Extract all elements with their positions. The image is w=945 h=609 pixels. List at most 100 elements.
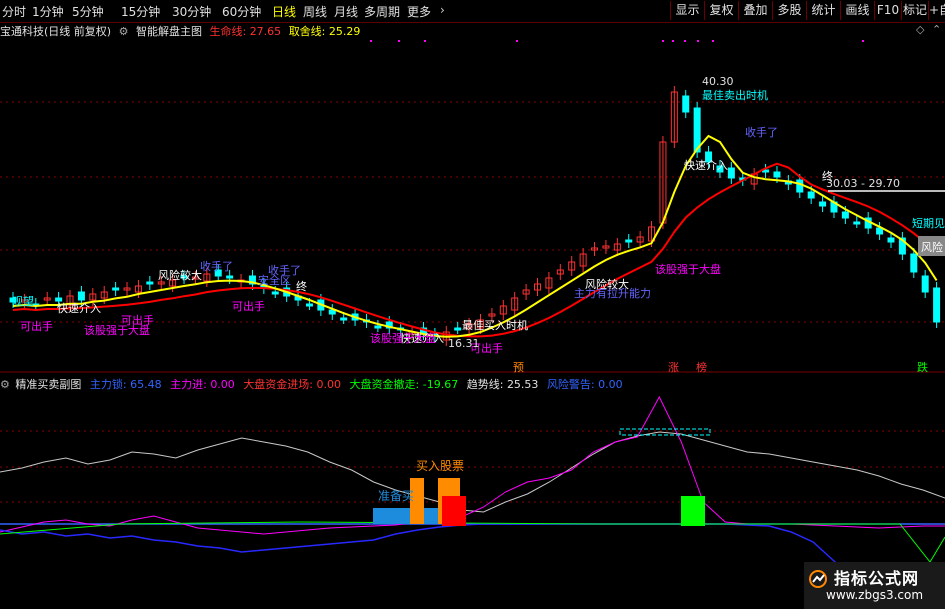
label-watch: 观望 [12, 295, 34, 308]
top-toolbar: 分时 1分钟 5分钟 15分钟 30分钟 60分钟 日线 周线 月线 多周期 更… [0, 0, 945, 23]
period-tab-more[interactable]: 更多 [407, 3, 431, 20]
marker-dot [516, 40, 518, 42]
candlesticks [9, 86, 941, 346]
price-low: 16.31 [448, 337, 480, 350]
period-tab-monthly[interactable]: 月线 [334, 3, 358, 20]
overlay-button[interactable]: 叠加 [738, 1, 772, 20]
period-tab-30min[interactable]: 30分钟 [172, 3, 211, 20]
label-ready: 准备买 [378, 489, 414, 503]
trend-line [0, 431, 945, 513]
draw-line-button[interactable]: 画线 [840, 1, 874, 20]
candle-body [112, 287, 120, 291]
warn-strip [619, 428, 711, 436]
candle-body [819, 201, 827, 207]
marker-dot [662, 40, 664, 42]
marker-dot [370, 40, 372, 42]
period-tab-fenshi[interactable]: 分时 [2, 3, 26, 20]
marker-dot [672, 40, 674, 42]
label-strong-stock-2: 该股强于大盘 [370, 331, 436, 345]
period-tab-15min[interactable]: 15分钟 [121, 3, 160, 20]
period-tab-60min[interactable]: 60分钟 [222, 3, 261, 20]
candle-body [340, 317, 348, 321]
marker-dot [697, 40, 699, 42]
period-tab-weekly[interactable]: 周线 [303, 3, 327, 20]
candle-body [374, 325, 382, 329]
label-fast-buy-3: 快速介入 [684, 159, 728, 172]
label-strong-stock-3: 该股强于大盘 [655, 262, 721, 276]
display-button[interactable]: 显示 [670, 1, 704, 20]
price-range: 30.03 - 29.70 [826, 177, 900, 190]
stats-button[interactable]: 统计 [806, 1, 840, 20]
candle-body [807, 191, 815, 199]
label-bang: 榜 [696, 360, 707, 374]
fuquan-button[interactable]: 复权 [704, 1, 738, 20]
label-rise: 涨 [668, 361, 679, 374]
label-stop-profit: 收手了 [200, 259, 233, 273]
price-level-line [828, 190, 945, 192]
candle-body [305, 303, 313, 307]
label-strong-stock: 该股强于大盘 [84, 323, 150, 337]
candle-body [796, 179, 804, 193]
candle-body [773, 171, 781, 178]
label-short-stop: 短期见顶 [912, 216, 945, 230]
label-best-sell: 最佳卖出时机 [702, 88, 768, 102]
candle-body [625, 239, 633, 243]
candle-body [921, 275, 929, 293]
marker-dot [398, 40, 400, 42]
mark-button[interactable]: 标记 [901, 1, 928, 20]
label-fast-buy: 快速介入 [57, 302, 101, 315]
candle-body [55, 297, 63, 302]
candle-body [887, 237, 895, 243]
chart-annotations: 可出手 可出手可出手该股强于大盘风险较大风险较大快速介入快速介入快速介入收手了 收手… [12, 75, 945, 374]
candle-body [841, 211, 849, 219]
candle-body [146, 281, 154, 285]
big-out-bar [681, 496, 705, 526]
label-end: 终 [296, 279, 307, 293]
label-best-buy: 最佳买入时机 [462, 318, 528, 332]
marker-dot [862, 40, 864, 42]
logo-icon [809, 570, 827, 588]
watermark: 指标公式网 www.zbgs3.com [804, 562, 945, 609]
label-stop-profit-3: 收手了 [745, 125, 778, 139]
label-risk-big: 风险较大 [158, 268, 202, 282]
candle-body [727, 167, 735, 179]
kline-chart[interactable]: 准备买买入股票 可出手 可出手可出手该股强于大盘风险较大风险较大快速介入快速介入快… [0, 22, 945, 609]
candle-body [853, 221, 861, 225]
label-buy-stock: 买入股票 [416, 459, 464, 473]
grid-lines [0, 40, 945, 503]
label-sell-hand: 可出手 [20, 319, 53, 333]
candle-body [454, 327, 462, 331]
big-out-line [0, 521, 945, 563]
chevron-right-icon[interactable]: › [440, 3, 445, 17]
lead-line [12, 134, 938, 338]
custom-button[interactable]: +自 [928, 1, 945, 20]
candle-body [226, 275, 234, 279]
marker-dot [712, 40, 714, 42]
label-risk-short: 风险 [921, 240, 943, 254]
main-in-line [0, 395, 945, 535]
marker-dot [424, 40, 426, 42]
label-sell-hand-3: 可出手 [232, 299, 265, 313]
candle-body [77, 291, 85, 301]
candle-body [933, 287, 941, 323]
watermark-title: 指标公式网 [834, 569, 920, 588]
big-in-bar [442, 496, 466, 526]
label-zone: 安全区 [258, 273, 291, 287]
price-high: 40.30 [702, 75, 734, 88]
candle-body [910, 253, 918, 273]
label-main-power: 主力有拉升能力 [574, 286, 651, 300]
period-tab-multi[interactable]: 多周期 [364, 3, 400, 20]
period-tab-daily[interactable]: 日线 [272, 3, 296, 20]
ready-bar [373, 508, 439, 524]
watermark-url: www.zbgs3.com [826, 588, 924, 602]
candle-body [271, 291, 279, 295]
f10-button[interactable]: F10 [874, 1, 901, 20]
marker-dot [684, 40, 686, 42]
label-fall: 跌 [917, 360, 928, 374]
indicator-lines [12, 134, 945, 338]
candle-body [682, 95, 690, 113]
period-tab-1min[interactable]: 1分钟 [32, 3, 64, 20]
period-tab-5min[interactable]: 5分钟 [72, 3, 104, 20]
label-pre: 预 [513, 361, 524, 374]
multi-stock-button[interactable]: 多股 [772, 1, 806, 20]
